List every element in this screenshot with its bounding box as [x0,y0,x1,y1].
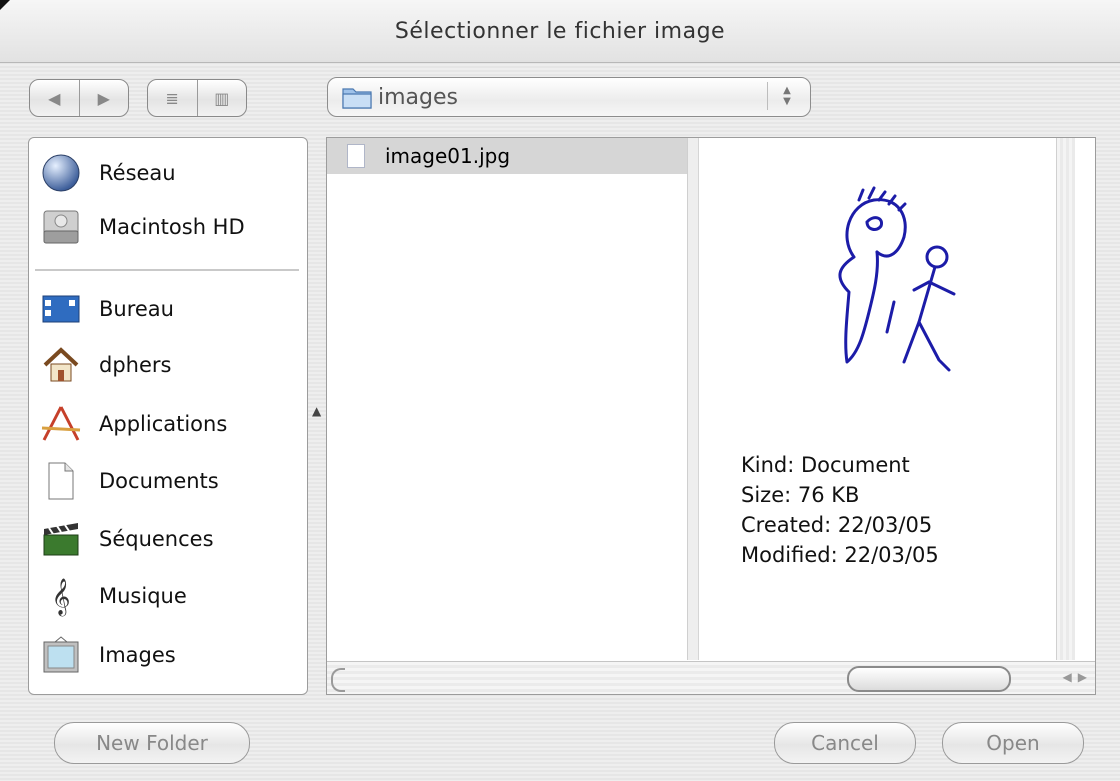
sidebar-item-label: Images [99,643,176,667]
vertical-scrollbar[interactable] [1056,138,1075,660]
network-globe-icon [39,151,83,195]
desktop-icon [39,287,83,331]
location-label: images [378,84,458,110]
dialog-title: Sélectionner le fichier image [394,18,726,44]
file-browser: image01.jpg Kind: Document Size: 76 KB C… [326,137,1096,695]
scroll-left-icon[interactable]: ◀ [1063,670,1072,684]
info-size: Size: 76 KB [741,483,860,507]
info-kind: Kind: Document [741,453,910,477]
list-view-icon: ≣ [165,88,179,108]
sidebar: Réseau Macintosh HD Bureau dphers Applic… [28,137,308,695]
picture-frame-icon [39,633,83,677]
forward-button[interactable]: ▶ [78,80,129,116]
sidebar-item-label: Séquences [99,527,214,551]
list-view-button[interactable]: ≣ [148,80,197,116]
info-created: Created: 22/03/05 [741,513,933,537]
view-mode-buttons: ≣ ▥ [147,79,247,117]
sidebar-item-label: Applications [99,412,228,436]
title-bar: Sélectionner le fichier image [0,0,1120,63]
column-view-button[interactable]: ▥ [196,80,247,116]
sidebar-item-images[interactable]: Images [39,630,301,680]
file-column: image01.jpg [327,138,688,660]
sidebar-item-label: Bureau [99,297,174,321]
scroll-arrows: ◀ ▶ [1063,670,1087,684]
folder-icon [342,85,372,109]
new-folder-button[interactable]: New Folder [54,722,250,764]
horizontal-scrollbar[interactable]: ◀ ▶ [327,661,1095,694]
info-modified: Modified: 22/03/05 [741,543,939,567]
sidebar-item-label: Réseau [99,161,176,185]
splitter-handle[interactable]: ▲ [312,404,321,418]
file-name: image01.jpg [385,144,511,168]
scroll-track-cap [331,668,345,692]
open-file-dialog: Sélectionner le fichier image ◀ ▶ ≣ ▥ im… [0,0,1120,781]
sidebar-item-documents[interactable]: Documents [39,456,301,506]
back-button[interactable]: ◀ [30,80,79,116]
image-preview-thumbnail [838,186,956,372]
scroll-thumb[interactable] [847,666,1011,692]
sidebar-item-applications[interactable]: Applications [39,399,301,449]
back-arrow-icon: ◀ [48,88,61,108]
forward-arrow-icon: ▶ [97,88,110,108]
document-icon [39,459,83,503]
file-info: Kind: Document Size: 76 KB Created: 22/0… [741,450,939,570]
sidebar-item-bureau[interactable]: Bureau [39,284,301,334]
clapboard-icon [39,517,83,561]
sidebar-item-sequences[interactable]: Séquences [39,514,301,564]
sidebar-item-label: dphers [99,353,172,377]
window-corner [0,0,10,10]
file-row[interactable]: image01.jpg [327,138,687,174]
hard-drive-icon [39,205,83,249]
open-button[interactable]: Open [942,722,1084,764]
column-view-icon: ▥ [214,88,230,108]
cancel-button[interactable]: Cancel [774,722,916,764]
sidebar-divider [35,269,299,271]
music-clef-icon: 𝄞 [51,576,71,615]
sidebar-item-dphers[interactable]: dphers [39,340,301,390]
sidebar-item-network[interactable]: Réseau [39,148,301,198]
scroll-right-icon[interactable]: ▶ [1078,670,1087,684]
image-file-icon [347,144,365,168]
sidebar-item-macintosh-hd[interactable]: Macintosh HD [39,202,301,252]
sidebar-item-musique[interactable]: 𝄞 Musique [39,571,301,621]
column-divider[interactable] [688,138,699,660]
preview-pane: Kind: Document Size: 76 KB Created: 22/0… [699,138,1075,660]
sidebar-item-label: Macintosh HD [99,215,245,239]
popup-arrows-icon: ▲ ▼ [767,82,806,110]
home-icon [39,343,83,387]
sidebar-item-label: Documents [99,469,219,493]
location-popup[interactable]: images ▲ ▼ [327,77,811,117]
sidebar-item-label: Musique [99,584,187,608]
navigation-buttons: ◀ ▶ [29,79,129,117]
applications-icon [39,402,83,446]
